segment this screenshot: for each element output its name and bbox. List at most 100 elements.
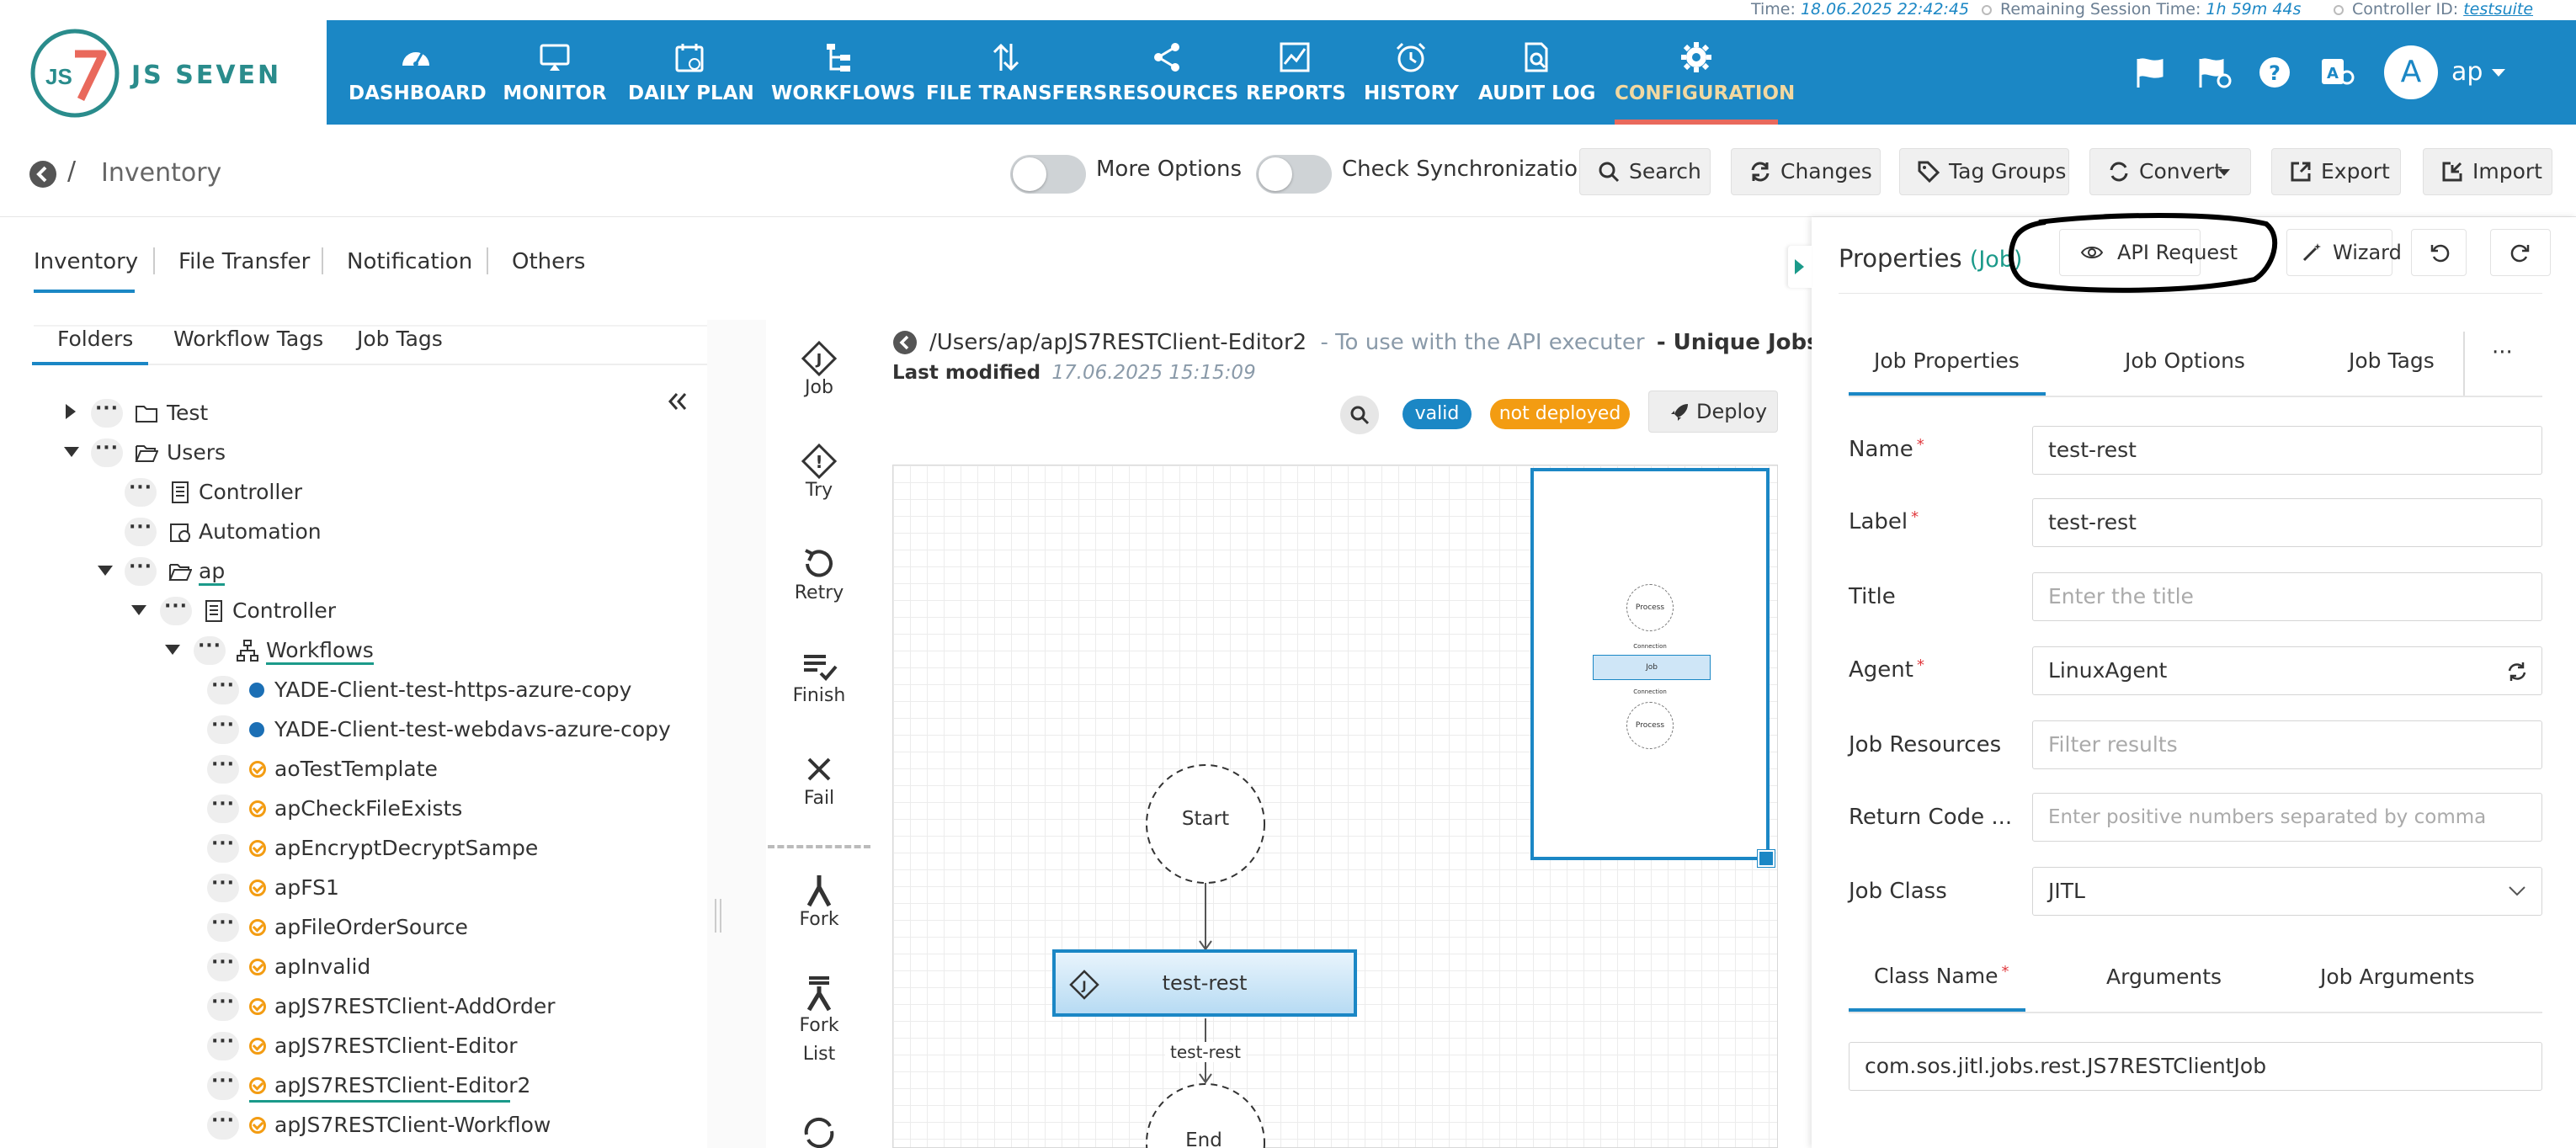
- convert-dropdown[interactable]: Convert: [2089, 148, 2251, 195]
- tab-job-tags[interactable]: Job Tags: [2349, 348, 2435, 373]
- minimap-resize-handle[interactable]: [1757, 849, 1775, 868]
- zoom-search-button[interactable]: [1340, 396, 1379, 434]
- more-actions-button[interactable]: ···: [207, 1071, 239, 1100]
- nav-reports[interactable]: REPORTS: [1246, 20, 1346, 125]
- panel-toggle[interactable]: [1788, 246, 1812, 288]
- tree-item-workflow[interactable]: ··· apJS7RESTClient-Workflow: [0, 1106, 657, 1145]
- more-actions-button[interactable]: ···: [207, 795, 239, 823]
- flag-icon[interactable]: [2132, 54, 2169, 91]
- more-actions-button[interactable]: ···: [125, 518, 157, 546]
- more-tabs-button[interactable]: ···: [2492, 340, 2513, 365]
- class-name-input[interactable]: com.sos.jitl.jobs.rest.JS7RESTClientJob: [1849, 1042, 2542, 1091]
- tree-item-automation[interactable]: ··· Automation: [0, 513, 640, 551]
- tab-arguments[interactable]: Arguments: [2106, 965, 2222, 989]
- return-code-input[interactable]: Enter positive numbers separated by comm…: [2032, 793, 2542, 842]
- user-name[interactable]: ap: [2451, 57, 2483, 87]
- more-actions-button[interactable]: ···: [207, 755, 239, 784]
- undo-button[interactable]: [2411, 229, 2467, 276]
- label-input[interactable]: test-rest: [2032, 498, 2542, 547]
- caret-down-icon[interactable]: [98, 566, 113, 576]
- more-actions-button[interactable]: ···: [207, 992, 239, 1021]
- more-actions-button[interactable]: ···: [207, 1111, 239, 1140]
- nav-audit-log[interactable]: AUDIT LOG: [1478, 20, 1595, 125]
- agent-select[interactable]: LinuxAgent: [2032, 646, 2542, 695]
- tree-item-workflow[interactable]: ··· apEncryptDecryptSampe: [0, 829, 657, 868]
- palette-fork-list[interactable]: Fork List: [768, 975, 870, 1069]
- resize-handle[interactable]: [715, 899, 721, 933]
- tab-others[interactable]: Others: [512, 249, 585, 274]
- more-actions-button[interactable]: ···: [160, 597, 192, 625]
- nav-daily-plan[interactable]: DAILY PLAN: [628, 20, 754, 125]
- avatar[interactable]: A: [2384, 45, 2438, 99]
- tab-job-options[interactable]: Job Options: [2125, 348, 2245, 373]
- chevron-down-icon[interactable]: [2492, 69, 2505, 77]
- caret-down-icon[interactable]: [165, 645, 180, 655]
- collapse-double-chevron-icon[interactable]: [667, 391, 689, 412]
- tree-item-ap-controller[interactable]: ··· Controller: [0, 592, 640, 630]
- language-icon[interactable]: A: [2318, 54, 2355, 91]
- caret-down-icon[interactable]: [131, 605, 146, 615]
- tree-item-ap[interactable]: ··· ap: [0, 552, 640, 591]
- job-resources-input[interactable]: Filter results: [2032, 720, 2542, 769]
- check-sync-toggle[interactable]: [1256, 155, 1332, 194]
- nav-resources[interactable]: RESOURCES: [1108, 20, 1238, 125]
- minimap[interactable]: Process Connection Job Connection Proces…: [1530, 468, 1770, 860]
- nav-dashboard[interactable]: DASHBOARD: [349, 20, 487, 125]
- tab-job-arguments[interactable]: Job Arguments: [2320, 965, 2475, 989]
- tree-item-controller[interactable]: ··· Controller: [0, 473, 640, 512]
- tree-item-workflow-selected[interactable]: ··· apJS7RESTClient-Editor2: [0, 1066, 657, 1105]
- refresh-icon[interactable]: [2506, 661, 2528, 683]
- cycle-icon[interactable]: [800, 1114, 838, 1148]
- nav-configuration[interactable]: CONFIGURATION: [1615, 20, 1795, 125]
- palette-fail[interactable]: Fail: [768, 751, 870, 809]
- import-button[interactable]: Import: [2423, 148, 2552, 195]
- more-actions-button[interactable]: ···: [194, 636, 226, 665]
- changes-button[interactable]: Changes: [1731, 148, 1881, 195]
- brand-logo[interactable]: JS JS SEVEN: [0, 20, 327, 125]
- tab-notification[interactable]: Notification: [347, 249, 472, 274]
- more-actions-button[interactable]: ···: [207, 874, 239, 902]
- more-options-toggle[interactable]: [1010, 155, 1086, 194]
- tree-item-test[interactable]: ··· Test: [0, 394, 640, 433]
- palette-finish[interactable]: Finish: [768, 648, 870, 706]
- tree-item-workflow[interactable]: ··· apFileOrderSource: [0, 908, 657, 947]
- tree-item-workflow[interactable]: ··· YADE-Client-test-https-azure-copy: [0, 671, 657, 710]
- caret-right-icon[interactable]: [66, 404, 76, 419]
- tab-job-properties[interactable]: Job Properties: [1874, 348, 2020, 373]
- caret-down-icon[interactable]: [64, 447, 79, 457]
- tag-groups-button[interactable]: Tag Groups: [1899, 148, 2069, 195]
- tree-item-workflow[interactable]: ··· apInvalid: [0, 948, 657, 986]
- tree-item-workflows[interactable]: ··· Workflows: [0, 631, 640, 670]
- back-arrow-icon[interactable]: [29, 160, 57, 189]
- export-button[interactable]: Export: [2271, 148, 2401, 195]
- more-actions-button[interactable]: ···: [125, 478, 157, 507]
- tab-inventory[interactable]: Inventory: [34, 249, 138, 274]
- tree-item-workflow[interactable]: ··· YADE-Client-test-webdavs-azure-copy: [0, 710, 671, 749]
- more-actions-button[interactable]: ···: [91, 438, 123, 467]
- more-actions-button[interactable]: ···: [207, 834, 239, 863]
- nav-file-transfers[interactable]: FILE TRANSFERS: [926, 20, 1107, 125]
- flag-settings-icon[interactable]: [2195, 54, 2233, 91]
- name-input[interactable]: test-rest: [2032, 426, 2542, 475]
- tree-item-workflow[interactable]: ··· apFS1: [0, 869, 657, 907]
- palette-retry[interactable]: Retry: [768, 545, 870, 603]
- more-actions-button[interactable]: ···: [207, 715, 239, 744]
- back-arrow-icon[interactable]: [892, 330, 918, 355]
- palette-job[interactable]: J Job: [768, 340, 870, 398]
- tab-job-tags[interactable]: Job Tags: [357, 327, 443, 351]
- more-actions-button[interactable]: ···: [207, 953, 239, 981]
- tab-workflow-tags[interactable]: Workflow Tags: [173, 327, 323, 351]
- nav-monitor[interactable]: MONITOR: [500, 20, 609, 125]
- tree-item-users[interactable]: ··· Users: [0, 433, 640, 472]
- job-node-test-rest[interactable]: J test-rest: [1052, 949, 1357, 1017]
- search-button[interactable]: Search: [1579, 148, 1711, 195]
- tab-folders[interactable]: Folders: [57, 327, 133, 351]
- tree-item-workflow[interactable]: ··· apCheckFileExists: [0, 789, 657, 828]
- help-icon[interactable]: ?: [2256, 54, 2293, 91]
- more-actions-button[interactable]: ···: [207, 676, 239, 704]
- nav-workflows[interactable]: WORKFLOWS: [771, 20, 916, 125]
- palette-fork[interactable]: Fork: [768, 872, 870, 930]
- more-actions-button[interactable]: ···: [207, 1032, 239, 1060]
- tree-item-workflow[interactable]: ··· apJS7RESTClient-AddOrder: [0, 987, 657, 1026]
- palette-try[interactable]: ! Try: [768, 443, 870, 501]
